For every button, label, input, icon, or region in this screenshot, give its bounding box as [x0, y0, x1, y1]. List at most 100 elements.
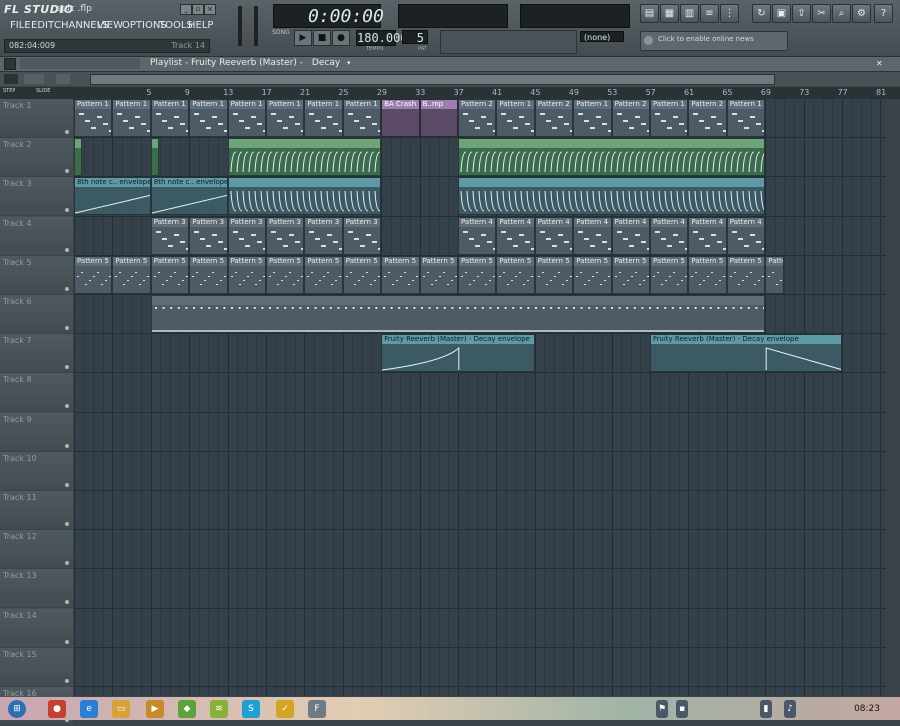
stop-button[interactable]: ■: [313, 30, 331, 46]
record-options-panel[interactable]: [440, 30, 577, 54]
refresh-icon[interactable]: ↻: [752, 4, 771, 23]
pattern-clip[interactable]: Pattern 5: [573, 256, 611, 294]
pattern-clip[interactable]: Pattern 4: [612, 217, 650, 255]
track-select-icon[interactable]: [65, 404, 69, 408]
pattern-clip[interactable]: Pattern 2: [612, 99, 650, 137]
ruler-bar-45[interactable]: 45: [530, 88, 540, 97]
audio-clip[interactable]: [228, 138, 382, 176]
sample-clip[interactable]: B..mp: [420, 99, 458, 137]
automation-clip[interactable]: [458, 177, 765, 215]
track-select-icon[interactable]: [65, 326, 69, 330]
pattern-clip[interactable]: Pattern 1: [228, 99, 266, 137]
vertical-scrollbar[interactable]: [886, 99, 900, 696]
ruler-bar-33[interactable]: 33: [415, 88, 425, 97]
ie-icon[interactable]: e: [80, 700, 98, 718]
pattern-clip[interactable]: Pattern 5: [343, 256, 381, 294]
save-icon[interactable]: ▣: [772, 4, 791, 23]
pattern-clip[interactable]: Pattern 3: [189, 217, 227, 255]
menu-help[interactable]: HELP: [188, 20, 213, 31]
pattern-clip[interactable]: Pattern 2: [535, 99, 573, 137]
sample-clip[interactable]: BA Crash: [381, 99, 419, 137]
menu-edit[interactable]: EDIT: [31, 20, 54, 31]
pattern-clip[interactable]: Pattern 4: [496, 217, 534, 255]
horizontal-scrollbar[interactable]: [90, 74, 775, 85]
pattern-clip[interactable]: Pattern 3: [266, 217, 304, 255]
track-header-4[interactable]: Track 4: [0, 217, 73, 256]
ruler-bar-37[interactable]: 37: [454, 88, 464, 97]
ruler-bar-25[interactable]: 25: [338, 88, 348, 97]
ruler-bar-73[interactable]: 73: [799, 88, 809, 97]
pattern-clip[interactable]: Pattern 5: [765, 256, 784, 294]
ruler-bar-17[interactable]: 17: [262, 88, 272, 97]
track-select-icon[interactable]: [65, 208, 69, 212]
tray-app-icon[interactable]: ▪: [676, 700, 688, 718]
track-header-10[interactable]: Track 10: [0, 452, 73, 491]
track-select-icon[interactable]: [65, 679, 69, 683]
ruler-bar-21[interactable]: 21: [300, 88, 310, 97]
pattern-clip[interactable]: Pattern 5: [112, 256, 150, 294]
audio-clip[interactable]: [458, 138, 765, 176]
track-select-icon[interactable]: [65, 561, 69, 565]
pattern-clip[interactable]: Pattern 5: [420, 256, 458, 294]
track-header-5[interactable]: Track 5: [0, 256, 73, 295]
track-header-8[interactable]: Track 8: [0, 373, 73, 412]
ruler-bar-57[interactable]: 57: [646, 88, 656, 97]
pattern-clip[interactable]: Pattern 3: [228, 217, 266, 255]
tray-network-icon[interactable]: ▮: [760, 700, 772, 718]
pattern-clip[interactable]: Pattern 3: [343, 217, 381, 255]
skype-icon[interactable]: S: [242, 700, 260, 718]
pattern-clip[interactable]: Pattern 4: [458, 217, 496, 255]
track-header-6[interactable]: Track 6: [0, 295, 73, 334]
track-header-3[interactable]: Track 3: [0, 177, 73, 216]
app-icon[interactable]: ◆: [178, 700, 196, 718]
export-icon[interactable]: ⇪: [792, 4, 811, 23]
restore-icon[interactable]: ▫: [192, 4, 204, 15]
norton-icon[interactable]: ✓: [276, 700, 294, 718]
automation-clip[interactable]: Fruity Reeverb (Master) - Decay envelope: [381, 334, 535, 372]
pattern-picker-icon[interactable]: [24, 74, 44, 84]
track-header-9[interactable]: Track 9: [0, 413, 73, 452]
pattern-clip[interactable]: Pattern 1: [304, 99, 342, 137]
automation-clip[interactable]: Fruity Reeverb (Master) - Decay envelope: [650, 334, 842, 372]
pattern-clip[interactable]: Pattern 1: [112, 99, 150, 137]
pattern-clip[interactable]: Pattern 1: [151, 99, 189, 137]
ruler-bar-41[interactable]: 41: [492, 88, 502, 97]
pattern-clip[interactable]: Pattern 3: [304, 217, 342, 255]
explorer-icon[interactable]: ▭: [112, 700, 130, 718]
pattern-clip[interactable]: Pattern 2: [688, 99, 726, 137]
pattern-clip[interactable]: Pattern 4: [535, 217, 573, 255]
pattern-clip[interactable]: Pattern 4: [573, 217, 611, 255]
menu-view[interactable]: VIEW: [97, 20, 123, 31]
pattern-clip[interactable]: Pattern 1: [573, 99, 611, 137]
audio-clip[interactable]: [74, 138, 82, 176]
pattern-clip[interactable]: Pattern 5: [727, 256, 765, 294]
pattern-number[interactable]: 5: [402, 30, 428, 44]
automation-clip[interactable]: [228, 177, 382, 215]
ruler-bar-61[interactable]: 61: [684, 88, 694, 97]
audio-clip[interactable]: [151, 138, 159, 176]
pattern-clip[interactable]: Pattern 2: [458, 99, 496, 137]
pattern-clip[interactable]: Pattern 5: [612, 256, 650, 294]
ruler-bar-53[interactable]: 53: [607, 88, 617, 97]
slide-mode-label[interactable]: SLIDE: [36, 88, 50, 94]
pattern-clip[interactable]: Pattern 5: [458, 256, 496, 294]
settings-icon[interactable]: ⚙: [852, 4, 871, 23]
news-panel[interactable]: Click to enable online news: [640, 31, 788, 51]
track-header-14[interactable]: Track 14: [0, 609, 73, 648]
ruler-bar-65[interactable]: 65: [722, 88, 732, 97]
playlist-tools[interactable]: [20, 58, 140, 69]
media-icon[interactable]: ▶: [146, 700, 164, 718]
note-icon[interactable]: [56, 74, 70, 84]
playlist-menu-icon[interactable]: [4, 58, 16, 70]
pattern-clip[interactable]: Pattern 1: [266, 99, 304, 137]
track-header-13[interactable]: Track 13: [0, 569, 73, 608]
pattern-clip[interactable]: Pattern 5: [228, 256, 266, 294]
tray-volume-icon[interactable]: ♪: [784, 700, 796, 718]
step-sequencer-icon[interactable]: ▦: [660, 4, 679, 23]
time-display[interactable]: 0:00:00: [273, 4, 381, 28]
ruler-bar-9[interactable]: 9: [185, 88, 190, 97]
pattern-clip[interactable]: Pattern 4: [688, 217, 726, 255]
pattern-clip[interactable]: Pattern 4: [650, 217, 688, 255]
mixer-icon[interactable]: ⋮: [720, 4, 739, 23]
ruler-bar-13[interactable]: 13: [223, 88, 233, 97]
